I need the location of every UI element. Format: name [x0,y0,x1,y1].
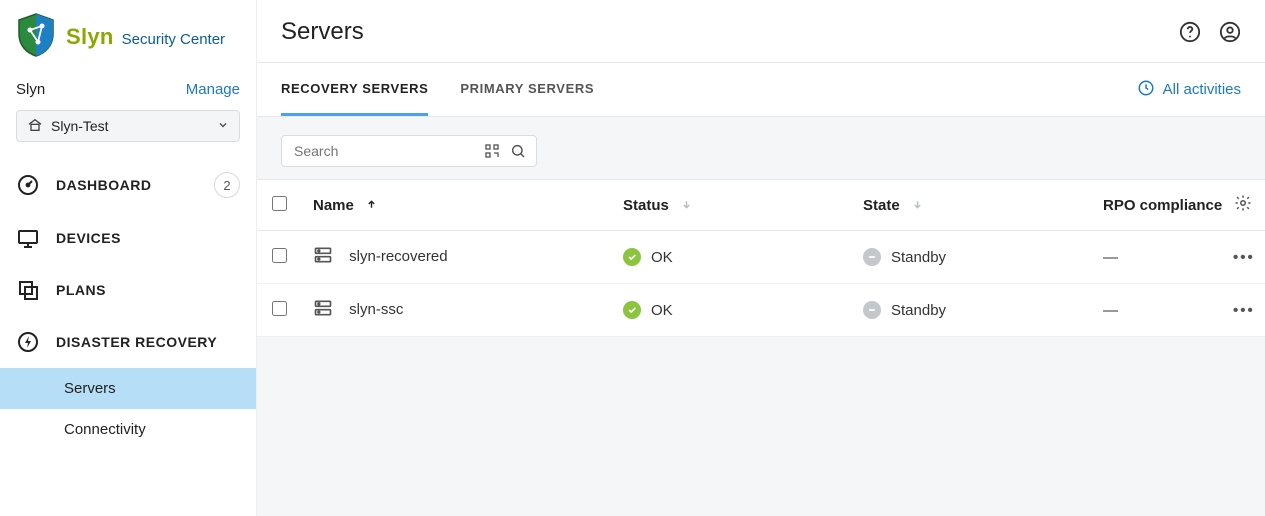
help-icon[interactable] [1179,21,1201,43]
tab-recovery-servers[interactable]: RECOVERY SERVERS [281,63,428,116]
org-picker[interactable]: Slyn-Test [16,110,240,142]
nav-dr-connectivity-label: Connectivity [64,421,146,438]
row-name: slyn-recovered [349,248,447,265]
select-all-checkbox[interactable] [272,196,287,211]
search-box [281,135,537,167]
shield-logo-icon [16,12,56,61]
state-standby-icon [863,301,881,319]
search-icon[interactable] [508,143,528,159]
nav-devices-label: DEVICES [56,230,121,246]
gauge-icon [16,173,40,197]
nav-plans-label: PLANS [56,282,106,298]
status-ok-icon [623,248,641,266]
tenant-manage-link[interactable]: Manage [186,81,240,98]
row-actions-icon[interactable]: ••• [1233,302,1255,319]
nav-plans[interactable]: PLANS [0,264,256,316]
tenant-row: Slyn Manage [0,69,256,106]
nav: DASHBOARD 2 DEVICES PLANS [0,158,256,450]
tab-primary-servers-label: PRIMARY SERVERS [460,81,594,96]
row-actions-icon[interactable]: ••• [1233,249,1255,266]
table-row[interactable]: slyn-recovered OK [257,231,1265,284]
table-wrapper: Name Status State [257,179,1265,516]
nav-dr-servers-label: Servers [64,380,116,397]
nav-dr-connectivity[interactable]: Connectivity [0,409,256,450]
nav-disaster-recovery[interactable]: DISASTER RECOVERY [0,316,256,368]
building-icon [27,117,43,136]
page-header: Servers [257,0,1265,63]
brand-name-primary: Slyn [66,24,114,50]
clock-icon [1137,79,1155,101]
tenant-name: Slyn [16,81,45,98]
sort-icon[interactable] [681,197,692,214]
sidebar: Slyn Security Center Slyn Manage Slyn-Te… [0,0,256,516]
col-name-header[interactable]: Name [313,197,354,214]
sort-icon[interactable] [912,197,923,214]
empty-area [257,337,1265,516]
tabs: RECOVERY SERVERS PRIMARY SERVERS All act… [257,63,1265,117]
main: Servers RECOVERY SERVERS PRIMARY SERVERS [256,0,1265,516]
row-state: Standby [891,249,946,266]
tab-recovery-servers-label: RECOVERY SERVERS [281,81,428,96]
all-activities-label: All activities [1163,81,1241,98]
sort-asc-icon[interactable] [366,197,377,214]
org-picker-value: Slyn-Test [51,118,109,134]
col-rpo-header[interactable]: RPO compliance [1103,197,1222,214]
server-icon [313,305,337,322]
nav-dashboard[interactable]: DASHBOARD 2 [0,158,256,212]
status-ok-icon [623,301,641,319]
row-state: Standby [891,302,946,319]
row-rpo: — [1103,302,1118,319]
nav-devices[interactable]: DEVICES [0,212,256,264]
nav-disaster-recovery-label: DISASTER RECOVERY [56,334,217,350]
col-status-header[interactable]: Status [623,197,669,214]
account-icon[interactable] [1219,21,1241,43]
gear-icon[interactable] [1234,199,1252,216]
layers-icon [16,278,40,302]
tab-primary-servers[interactable]: PRIMARY SERVERS [460,63,594,116]
bolt-circle-icon [16,330,40,354]
nav-dashboard-badge: 2 [214,172,240,198]
row-status: OK [651,249,673,266]
chevron-down-icon [217,118,229,134]
row-status: OK [651,302,673,319]
search-input[interactable] [290,143,482,159]
brand: Slyn Security Center [0,0,256,69]
row-name: slyn-ssc [349,301,403,318]
monitor-icon [16,226,40,250]
nav-dr-servers[interactable]: Servers [0,368,256,409]
page-title: Servers [281,18,364,46]
table-row[interactable]: slyn-ssc OK [257,284,1265,337]
row-checkbox[interactable] [272,248,287,263]
state-standby-icon [863,248,881,266]
brand-name-secondary: Security Center [122,31,225,48]
row-rpo: — [1103,249,1118,266]
server-icon [313,252,337,269]
all-activities-link[interactable]: All activities [1137,79,1241,101]
row-checkbox[interactable] [272,301,287,316]
qr-scan-icon[interactable] [482,143,502,159]
servers-table: Name Status State [257,179,1265,337]
toolbar [257,117,1265,179]
col-state-header[interactable]: State [863,197,900,214]
nav-dashboard-label: DASHBOARD [56,177,152,193]
